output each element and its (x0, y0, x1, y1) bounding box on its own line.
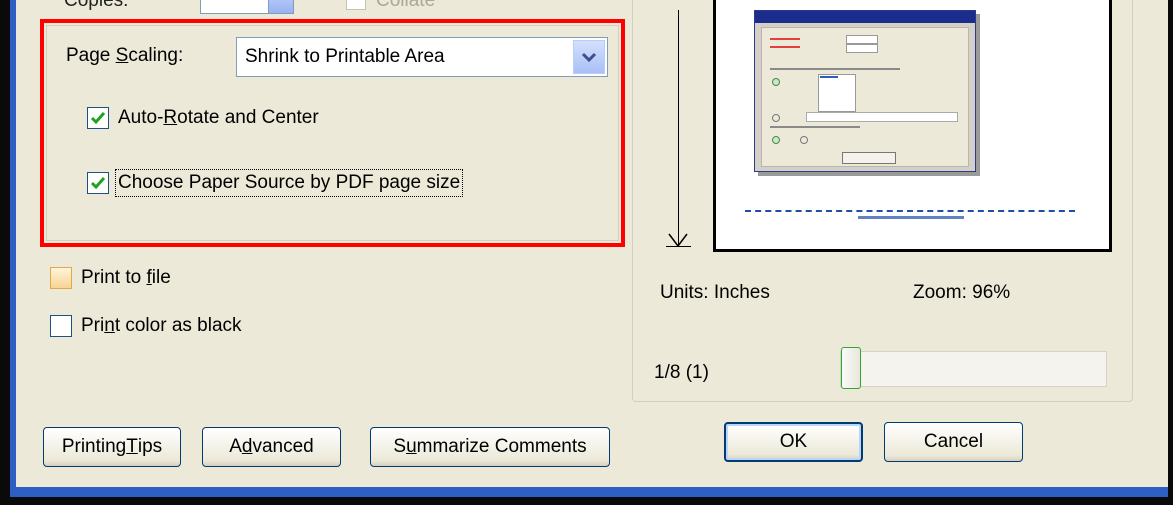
summarize-comments-button[interactable]: Su mmarize Comments (370, 427, 610, 467)
preview-footer-line (745, 210, 1075, 212)
page-height-indicator-base (666, 246, 691, 247)
print-to-file-label: Print to file (81, 267, 171, 288)
print-to-file-checkbox[interactable] (50, 267, 72, 289)
thumbnail-form-panel (761, 27, 969, 167)
window-border-right (1168, 0, 1173, 505)
checkmark-icon (90, 177, 106, 190)
advanced-button[interactable]: Ad vanced (202, 427, 341, 467)
window-frame-left (10, 0, 16, 497)
auto-rotate-label: Auto-Rotate and Center (118, 107, 319, 128)
window-frame-bottom (10, 487, 1168, 497)
auto-rotate-checkbox[interactable] (87, 107, 109, 129)
page-slider-thumb[interactable] (841, 347, 861, 389)
ok-button[interactable]: OK (724, 422, 863, 462)
page-counter: 1/8 (1) (654, 362, 709, 383)
copies-label: Copies: (64, 0, 129, 11)
printing-tips-button[interactable]: Printing Tips (43, 427, 181, 467)
page-height-indicator (678, 10, 679, 246)
print-color-as-black-label: Print color as black (81, 315, 242, 336)
page-slider-track[interactable] (840, 351, 1107, 387)
arrow-down-icon (668, 233, 688, 247)
zoom-label: Zoom: 96% (913, 282, 1011, 303)
collate-checkbox (346, 0, 366, 10)
window-border-bottom (0, 497, 1173, 505)
checkmark-icon (90, 112, 106, 125)
collate-label: Collate (376, 0, 436, 11)
page-scaling-label: Page Scaling: (66, 45, 184, 66)
units-label: Units: Inches (660, 282, 770, 303)
preview-thumbnail-image (754, 10, 976, 172)
print-dialog-window: Copies: Collate Page Scaling: Shrink to … (0, 0, 1173, 505)
page-scaling-value: Shrink to Printable Area (245, 46, 445, 67)
chevron-down-icon[interactable] (573, 40, 605, 74)
print-color-as-black-checkbox[interactable] (50, 315, 72, 337)
preview-footer-text (858, 216, 964, 219)
thumbnail-title-bar (755, 11, 975, 23)
window-border-left (0, 0, 10, 505)
paper-source-label: Choose Paper Source by PDF page size (114, 169, 464, 197)
cancel-button[interactable]: Cancel (884, 422, 1023, 462)
paper-source-checkbox[interactable] (87, 172, 109, 194)
copies-spinner-button[interactable] (268, 0, 294, 14)
